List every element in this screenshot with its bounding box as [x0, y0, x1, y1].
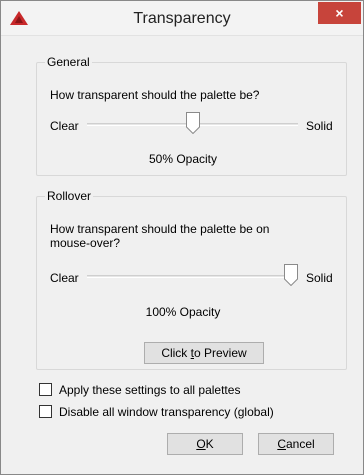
title-bar[interactable]: Transparency ×: [1, 1, 363, 36]
general-clear-label: Clear: [50, 119, 79, 133]
window-title: Transparency: [133, 10, 231, 27]
general-opacity-text: 50% Opacity: [148, 152, 218, 166]
transparency-dialog: Transparency × General How transparent s…: [0, 0, 364, 475]
apply-all-label[interactable]: Apply these settings to all palettes: [59, 383, 240, 397]
rollover-question-line1: How transparent should the palette be on: [50, 222, 270, 236]
general-legend: General: [45, 55, 92, 69]
general-question: How transparent should the palette be?: [50, 88, 260, 102]
close-icon: ×: [335, 5, 344, 21]
preview-button[interactable]: Click to Preview: [144, 342, 264, 364]
disable-transparency-checkbox[interactable]: [39, 405, 52, 418]
close-button[interactable]: ×: [318, 2, 361, 24]
rollover-opacity-text: 100% Opacity: [145, 305, 221, 319]
cancel-button[interactable]: Cancel: [258, 433, 334, 455]
ok-button[interactable]: OK: [167, 433, 243, 455]
rollover-slider-thumb[interactable]: [284, 264, 298, 286]
general-solid-label: Solid: [306, 119, 333, 133]
rollover-question-line2: mouse-over?: [50, 236, 121, 250]
apply-all-checkbox[interactable]: [39, 383, 52, 396]
disable-transparency-label[interactable]: Disable all window transparency (global): [59, 405, 274, 419]
rollover-solid-label: Solid: [306, 271, 333, 285]
rollover-legend: Rollover: [45, 189, 94, 203]
rollover-question: How transparent should the palette be on…: [50, 222, 269, 250]
general-slider-thumb[interactable]: [186, 112, 200, 134]
rollover-clear-label: Clear: [50, 271, 79, 285]
rollover-slider-track[interactable]: [87, 275, 298, 278]
